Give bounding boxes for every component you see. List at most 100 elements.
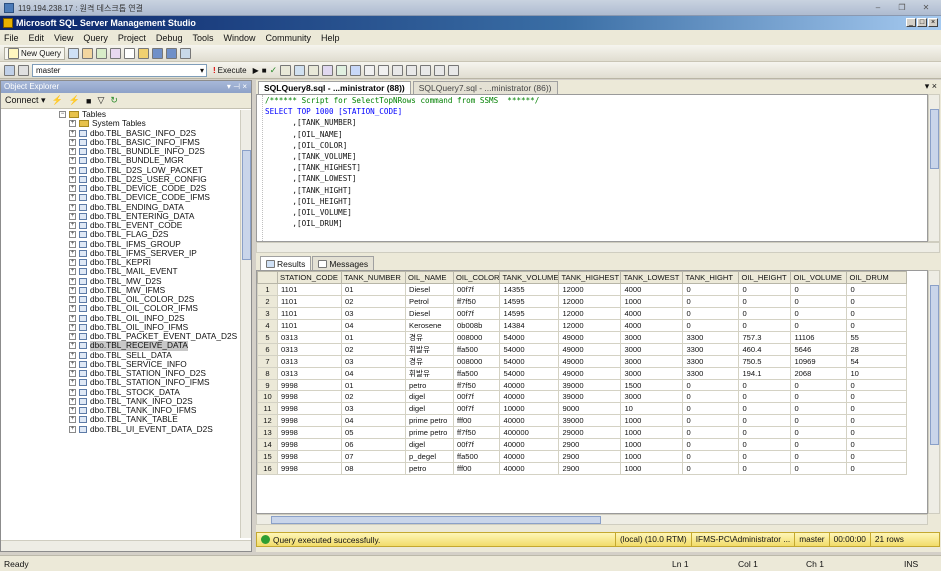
table-cell[interactable]: 0 — [682, 318, 740, 332]
pin-icon[interactable]: ▾ ⊣ × — [227, 81, 247, 93]
column-header[interactable]: TANK_LOWEST — [620, 271, 684, 284]
table-cell[interactable]: ffa500 — [452, 449, 501, 463]
table-cell[interactable]: 00f7f — [452, 438, 501, 451]
table-cell[interactable]: 3300 — [682, 366, 740, 380]
table-cell[interactable]: 9998 — [277, 402, 342, 416]
column-header[interactable]: TANK_HIGHT — [682, 271, 740, 284]
table-cell[interactable]: Diesel — [405, 283, 454, 296]
row-number[interactable]: 15 — [257, 449, 278, 463]
table-cell[interactable]: 0 — [790, 283, 848, 296]
restore-icon[interactable]: ❐ — [893, 2, 911, 13]
table-cell[interactable]: 1101 — [277, 318, 342, 332]
table-cell[interactable]: 0 — [790, 449, 848, 463]
table-cell[interactable]: petro — [405, 378, 454, 392]
table-cell[interactable]: 0 — [790, 461, 848, 475]
expand-icon[interactable]: + — [69, 268, 76, 276]
expand-icon[interactable]: + — [69, 222, 76, 230]
table-cell[interactable]: 0 — [846, 461, 908, 475]
increase-indent-icon[interactable] — [434, 64, 446, 76]
connect-button[interactable]: Connect ▾ — [5, 95, 46, 106]
tree-node-table[interactable]: + dbo.TBL_UI_EVENT_DATA_D2S — [1, 424, 241, 434]
grid-corner[interactable] — [257, 271, 278, 284]
expand-icon[interactable]: + — [69, 259, 76, 267]
table-cell[interactable]: 0 — [790, 318, 848, 332]
tab-sqlquery8[interactable]: SQLQuery8.sql - ...ministrator (88)) — [258, 81, 411, 94]
table-cell[interactable]: 0 — [682, 402, 740, 416]
editor-hscrollbar[interactable] — [256, 242, 940, 253]
row-number[interactable]: 8 — [257, 366, 278, 380]
object-explorer-hscrollbar[interactable] — [1, 540, 251, 551]
table-cell[interactable]: 0 — [682, 426, 740, 440]
expand-icon[interactable]: + — [69, 129, 76, 137]
table-cell[interactable]: 00f7f — [452, 390, 501, 404]
expand-icon[interactable]: + — [69, 323, 76, 331]
table-cell[interactable]: 1000 — [620, 461, 684, 475]
table-cell[interactable]: 1000 — [620, 426, 684, 440]
table-cell[interactable]: 9998 — [277, 390, 342, 404]
expand-icon[interactable]: + — [69, 120, 76, 128]
table-cell[interactable]: digel — [405, 402, 454, 416]
table-cell[interactable]: 12000 — [558, 283, 622, 296]
table-row[interactable]: 7 0313 03 경유 008000 54000 49000 3000 3300 750.5 10… — [257, 354, 908, 368]
window-minimize-button[interactable]: _ — [906, 18, 916, 27]
row-number[interactable]: 7 — [257, 354, 278, 368]
table-cell[interactable]: 0 — [790, 378, 848, 392]
expand-icon[interactable]: + — [69, 388, 76, 396]
table-cell[interactable]: 08 — [341, 461, 406, 475]
tab-messages[interactable]: Messages — [312, 256, 375, 270]
row-number[interactable]: 5 — [257, 330, 278, 344]
expand-icon[interactable]: + — [69, 370, 76, 378]
expand-icon[interactable]: + — [69, 342, 76, 350]
expand-icon[interactable]: + — [69, 397, 76, 405]
table-cell[interactable]: 01 — [341, 330, 406, 344]
table-cell[interactable]: 05 — [341, 426, 406, 440]
xmla-query-icon[interactable] — [110, 47, 122, 59]
table-cell[interactable]: 39000 — [558, 378, 622, 392]
table-cell[interactable]: petro — [405, 461, 454, 475]
table-cell[interactable]: 0 — [790, 306, 848, 320]
table-cell[interactable]: 0 — [738, 283, 792, 296]
object-explorer-vscrollbar[interactable] — [240, 110, 251, 538]
table-cell[interactable]: 10 — [620, 402, 684, 416]
table-cell[interactable]: 40000 — [499, 449, 560, 463]
table-row[interactable]: 9 9998 01 petro ff7f50 40000 39000 1500 0 0 0 0 — [257, 378, 908, 392]
column-header[interactable]: TANK_HIGHEST — [558, 271, 622, 284]
table-cell[interactable]: 14384 — [499, 318, 560, 332]
table-cell[interactable]: 0313 — [277, 366, 342, 380]
table-cell[interactable]: Diesel — [405, 306, 454, 320]
expand-icon[interactable]: + — [69, 148, 76, 156]
table-cell[interactable]: 54000 — [499, 330, 560, 344]
table-cell[interactable]: 0313 — [277, 330, 342, 344]
refresh-icon[interactable]: ↻ — [110, 95, 118, 106]
table-cell[interactable]: 1101 — [277, 283, 342, 296]
connect-icon[interactable] — [4, 64, 15, 76]
table-row[interactable]: 1 1101 01 Diesel 00f7f 14355 12000 4000 0 0 0 0 — [257, 283, 908, 296]
activity-monitor-icon[interactable] — [180, 47, 192, 59]
table-cell[interactable]: 0 — [738, 318, 792, 332]
table-cell[interactable]: 49000 — [558, 366, 622, 380]
stop-icon[interactable]: ■ — [86, 96, 91, 106]
parse-icon[interactable]: ✓ — [270, 65, 278, 76]
table-cell[interactable]: 10969 — [790, 354, 848, 368]
scroll-thumb[interactable] — [930, 285, 939, 445]
table-cell[interactable]: 0 — [790, 390, 848, 404]
menu-help[interactable]: Help — [321, 33, 340, 43]
minimize-icon[interactable]: – — [869, 2, 887, 13]
execute-button[interactable]: ! Execute — [210, 64, 250, 77]
new-query-button[interactable]: New Query — [4, 46, 66, 60]
table-cell[interactable]: prime petro — [405, 414, 454, 428]
table-cell[interactable]: 49000 — [558, 330, 622, 344]
table-cell[interactable]: 757.3 — [738, 330, 792, 344]
table-row[interactable]: 12 9998 04 prime petro fff00 40000 39000 1000 0 0… — [257, 414, 908, 428]
table-cell[interactable]: 03 — [341, 306, 406, 320]
table-cell[interactable]: 0 — [682, 390, 740, 404]
table-cell[interactable]: 00f7f — [452, 402, 501, 416]
table-cell[interactable]: 12000 — [558, 318, 622, 332]
table-cell[interactable]: 0 — [738, 414, 792, 428]
table-row[interactable]: 5 0313 01 경유 008000 54000 49000 3000 3300 757.3 11… — [257, 330, 908, 344]
table-cell[interactable]: 4000 — [620, 283, 684, 296]
table-cell[interactable]: fff00 — [452, 414, 501, 428]
column-header[interactable]: OIL_HEIGHT — [738, 271, 792, 284]
table-cell[interactable]: 4000 — [620, 318, 684, 332]
expand-icon[interactable]: + — [69, 138, 76, 146]
